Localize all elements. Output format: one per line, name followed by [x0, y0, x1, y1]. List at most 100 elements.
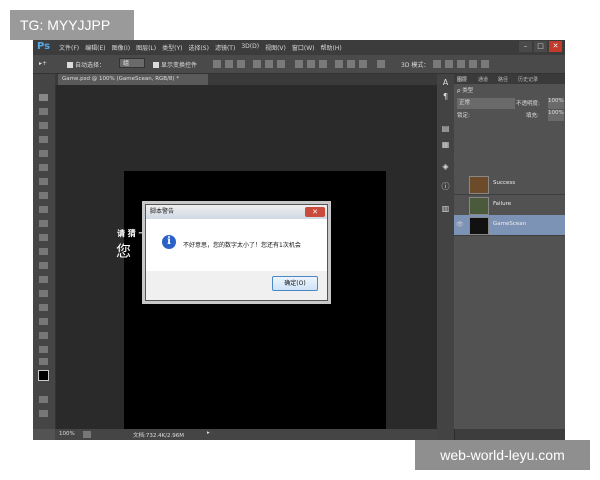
gradient-tool[interactable]	[39, 248, 48, 255]
paragraph-icon[interactable]: ¶	[441, 92, 450, 101]
menu-type[interactable]: 类型(Y)	[162, 43, 182, 52]
align-top-icon[interactable]	[213, 60, 221, 68]
layer-kind-filter[interactable]: ρ 类型	[457, 86, 473, 97]
marquee-tool[interactable]	[39, 108, 48, 115]
menu-file[interactable]: 文件(F)	[59, 43, 79, 52]
tab-paths[interactable]: 路径	[498, 76, 508, 83]
auto-select-dropdown[interactable]: 组	[119, 58, 145, 68]
document-tab[interactable]: Game.psd @ 100% (GameScean, RGB/8) *	[58, 74, 208, 85]
dodge-tool[interactable]	[39, 276, 48, 283]
opacity-label: 不透明度:	[516, 101, 540, 107]
path-selection-tool[interactable]	[39, 318, 48, 325]
layer-row-success[interactable]: Success	[454, 174, 565, 195]
options-bar: ▸+ 自动选择： 组 显示变换控件 3D 模式：	[33, 55, 565, 74]
document-tab-bar: Game.psd @ 100% (GameScean, RGB/8) *	[55, 74, 437, 85]
blur-tool[interactable]	[39, 262, 48, 269]
status-arrow-icon[interactable]: ▸	[207, 430, 210, 436]
menu-select[interactable]: 选择(S)	[188, 43, 209, 52]
magic-wand-tool[interactable]	[39, 136, 48, 143]
layer-row-failure[interactable]: Failure	[454, 195, 565, 216]
align-middle-icon[interactable]	[225, 60, 233, 68]
layers-tabs: 图层 通道 路径 历史记录	[454, 74, 565, 84]
3d-scale-icon[interactable]	[481, 60, 489, 68]
menu-image[interactable]: 图像(I)	[112, 43, 130, 52]
distribute-bottom-icon[interactable]	[319, 60, 327, 68]
eye-icon[interactable]: 👁	[456, 221, 464, 228]
minimize-button[interactable]: –	[519, 41, 532, 52]
3d-roll-icon[interactable]	[445, 60, 453, 68]
3d-drag-icon[interactable]	[457, 60, 465, 68]
character-icon[interactable]: A	[441, 78, 450, 87]
crop-tool[interactable]	[39, 150, 48, 157]
info-icon: i	[162, 235, 176, 249]
hand-tool[interactable]	[39, 346, 48, 353]
menu-view[interactable]: 视图(V)	[265, 43, 286, 52]
align-left-icon[interactable]	[253, 60, 261, 68]
eraser-tool[interactable]	[39, 234, 48, 241]
canvas-text-line2: 您	[116, 242, 132, 260]
menu-3d[interactable]: 3D(D)	[241, 43, 259, 52]
healing-brush-tool[interactable]	[39, 178, 48, 185]
mode-3d-label: 3D 模式：	[401, 62, 430, 69]
close-button[interactable]: ✕	[549, 41, 562, 52]
quick-mask-icon[interactable]	[39, 396, 48, 403]
layer-thumbnail	[469, 197, 489, 215]
auto-select-checkbox[interactable]: 自动选择：	[67, 60, 105, 69]
layer-row-gamescean[interactable]: 👁 GameScean	[454, 215, 565, 236]
menu-help[interactable]: 帮助(H)	[321, 43, 342, 52]
dialog-close-button[interactable]: ✕	[305, 207, 325, 217]
show-transform-checkbox[interactable]: 显示变换控件	[153, 60, 197, 69]
dialog-message: 不好意思，您的数字太小了！您还有1次机会	[183, 242, 301, 249]
layer-thumbnail	[469, 217, 489, 235]
info-panel-icon[interactable]: ⓘ	[441, 182, 450, 191]
zoom-level[interactable]: 100%	[59, 431, 75, 437]
move-tool-icon[interactable]: ▸+	[39, 60, 47, 67]
dialog-body: i 不好意思，您的数字太小了！您还有1次机会	[146, 219, 327, 271]
panel-icon-strip: A ¶ ▤ ▦ ◈ ⓘ ▥	[437, 74, 455, 440]
layers-panel: 图层 通道 路径 历史记录 ρ 类型 正常 不透明度: 100% 锁定: 填充:…	[454, 74, 565, 429]
ok-button[interactable]: 确定(O)	[272, 276, 318, 291]
clone-stamp-tool[interactable]	[39, 206, 48, 213]
status-share-icon[interactable]	[83, 431, 91, 438]
menu-window[interactable]: 窗口(W)	[292, 43, 315, 52]
type-tool[interactable]	[39, 304, 48, 311]
align-right-icon[interactable]	[277, 60, 285, 68]
actions-icon[interactable]: ▦	[441, 140, 450, 149]
brush-tool[interactable]	[39, 192, 48, 199]
align-center-icon[interactable]	[265, 60, 273, 68]
align-bottom-icon[interactable]	[237, 60, 245, 68]
history-icon[interactable]: ▤	[441, 124, 450, 133]
tab-layers[interactable]: 图层	[457, 76, 467, 83]
3d-panel-icon[interactable]: ◈	[441, 162, 450, 171]
blend-mode-dropdown[interactable]: 正常	[457, 98, 515, 109]
properties-icon[interactable]: ▥	[441, 204, 450, 213]
menu-filter[interactable]: 滤镜(T)	[215, 43, 235, 52]
screen-mode-icon[interactable]	[39, 410, 48, 417]
distribute-center-icon[interactable]	[347, 60, 355, 68]
toolbox	[33, 74, 56, 429]
3d-rotate-icon[interactable]	[433, 60, 441, 68]
pen-tool[interactable]	[39, 290, 48, 297]
distribute-left-icon[interactable]	[335, 60, 343, 68]
opacity-input[interactable]: 100%	[548, 98, 564, 109]
move-tool[interactable]	[39, 94, 48, 101]
fill-input[interactable]: 100%	[548, 110, 564, 121]
menu-edit[interactable]: 编辑(E)	[85, 43, 105, 52]
eyedropper-tool[interactable]	[39, 164, 48, 171]
restore-button[interactable]: □	[534, 41, 547, 52]
fill-label: 填充:	[526, 113, 539, 119]
foreground-color-swatch[interactable]	[38, 370, 49, 381]
distribute-top-icon[interactable]	[295, 60, 303, 68]
history-brush-tool[interactable]	[39, 220, 48, 227]
menu-layer[interactable]: 图层(L)	[136, 43, 156, 52]
lasso-tool[interactable]	[39, 122, 48, 129]
auto-align-icon[interactable]	[377, 60, 385, 68]
canvas-text-line1: 请 猜 一	[117, 229, 147, 238]
shape-tool[interactable]	[39, 332, 48, 339]
zoom-tool[interactable]	[39, 358, 48, 365]
tab-history[interactable]: 历史记录	[518, 76, 538, 83]
3d-slide-icon[interactable]	[469, 60, 477, 68]
tab-channels[interactable]: 通道	[478, 76, 488, 83]
distribute-middle-icon[interactable]	[307, 60, 315, 68]
distribute-right-icon[interactable]	[359, 60, 367, 68]
